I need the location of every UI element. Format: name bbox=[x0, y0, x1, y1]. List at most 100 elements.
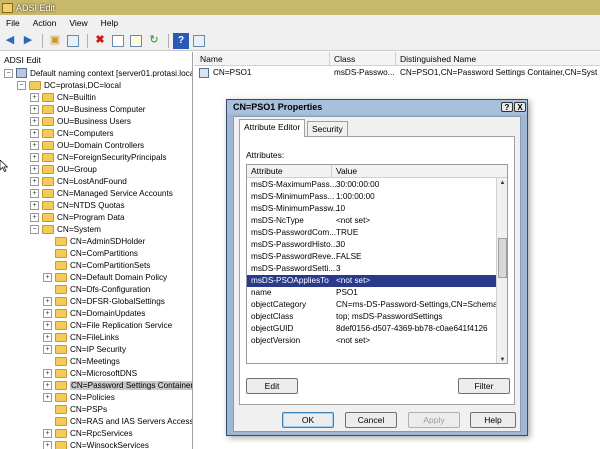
tree-node[interactable]: + CN=Computers bbox=[30, 127, 114, 139]
menu-file[interactable]: File bbox=[0, 18, 27, 28]
tab-attribute-editor[interactable]: Attribute Editor bbox=[239, 119, 306, 137]
attribute-row[interactable]: objectClass top; msDS-PasswordSettings bbox=[247, 311, 497, 323]
tree-node[interactable]: CN=AdminSDHolder bbox=[43, 235, 145, 247]
attribute-row[interactable]: msDS-NcType <not set> bbox=[247, 215, 497, 227]
tree-node[interactable]: + CN=File Replication Service bbox=[43, 319, 172, 331]
expand-icon[interactable]: + bbox=[43, 368, 52, 378]
refresh-icon[interactable]: ↻ bbox=[146, 33, 162, 49]
menu-action[interactable]: Action bbox=[27, 18, 64, 28]
column-header-name[interactable]: Name bbox=[200, 54, 223, 64]
expand-icon[interactable]: + bbox=[30, 212, 39, 222]
tree-node[interactable]: − CN=System bbox=[30, 223, 101, 235]
tree-root[interactable]: ADSI Edit bbox=[4, 55, 41, 65]
tab-security[interactable]: Security bbox=[307, 121, 348, 136]
tree-node[interactable]: + CN=RpcServices bbox=[43, 427, 133, 439]
tree-node[interactable]: + CN=Managed Service Accounts bbox=[30, 187, 173, 199]
menu-help[interactable]: Help bbox=[95, 18, 125, 28]
tree-node[interactable]: + OU=Business Users bbox=[30, 115, 131, 127]
tree-node[interactable]: + CN=ForeignSecurityPrincipals bbox=[30, 151, 166, 163]
tree-node[interactable]: CN=ComPartitions bbox=[43, 247, 138, 259]
apply-button[interactable]: Apply bbox=[408, 412, 460, 428]
expand-icon[interactable]: + bbox=[30, 152, 39, 162]
properties-icon[interactable] bbox=[110, 33, 126, 49]
forward-arrow-icon[interactable]: ▶ bbox=[20, 33, 36, 49]
column-divider[interactable] bbox=[331, 165, 332, 178]
expand-icon[interactable]: + bbox=[30, 116, 39, 126]
expand-icon[interactable]: + bbox=[43, 440, 52, 449]
tree-node[interactable]: + CN=LostAndFound bbox=[30, 175, 127, 187]
tree-node[interactable]: + CN=Builtin bbox=[30, 91, 96, 103]
expand-icon[interactable]: + bbox=[30, 164, 39, 174]
expand-icon[interactable]: + bbox=[30, 92, 39, 102]
back-arrow-icon[interactable]: ◀ bbox=[2, 33, 18, 49]
tree-node[interactable]: + OU=Group bbox=[30, 163, 97, 175]
help-button[interactable]: Help bbox=[470, 412, 516, 428]
context-help-button[interactable]: ? bbox=[501, 102, 513, 112]
tree-node[interactable]: + CN=Policies bbox=[43, 391, 115, 403]
tree-node[interactable]: + CN=Password Settings Container bbox=[43, 379, 192, 391]
attribute-row[interactable]: msDS-MinimumPassw... 10 bbox=[247, 203, 497, 215]
filter-button[interactable]: Filter bbox=[458, 378, 510, 394]
column-header-value[interactable]: Value bbox=[336, 166, 357, 176]
tree-node[interactable]: − DC=protasi,DC=local bbox=[17, 79, 121, 91]
tree-node[interactable]: + CN=FileLinks bbox=[43, 331, 119, 343]
attributes-scrollbar[interactable]: ▲ ▼ bbox=[496, 178, 507, 363]
attribute-row[interactable]: msDS-MinimumPass... 1:00:00:00 bbox=[247, 191, 497, 203]
collapse-icon[interactable]: − bbox=[17, 80, 26, 90]
scroll-up-arrow-icon[interactable]: ▲ bbox=[497, 178, 507, 188]
expand-icon[interactable]: + bbox=[43, 308, 52, 318]
attribute-row[interactable]: objectCategory CN=ms-DS-Password-Settings… bbox=[247, 299, 497, 311]
attribute-row[interactable]: msDS-PasswordCom... TRUE bbox=[247, 227, 497, 239]
column-header-dn[interactable]: Distinguished Name bbox=[400, 54, 476, 64]
export-list-icon[interactable] bbox=[128, 33, 144, 49]
column-divider[interactable] bbox=[329, 52, 330, 66]
expand-icon[interactable]: + bbox=[43, 428, 52, 438]
expand-icon[interactable]: + bbox=[43, 320, 52, 330]
list-row[interactable]: CN=PSO1 msDS-Passwo... CN=PSO1,CN=Passwo… bbox=[194, 67, 600, 79]
attribute-row[interactable]: objectVersion <not set> bbox=[247, 335, 497, 347]
expand-icon[interactable]: + bbox=[30, 176, 39, 186]
close-dialog-button[interactable]: X bbox=[514, 102, 526, 112]
ok-button[interactable]: OK bbox=[282, 412, 334, 428]
expand-icon[interactable]: + bbox=[30, 128, 39, 138]
expand-icon[interactable]: + bbox=[30, 140, 39, 150]
expand-icon[interactable]: + bbox=[43, 296, 52, 306]
scrollbar-thumb[interactable] bbox=[498, 238, 507, 278]
attribute-row[interactable]: msDS-PasswordSetti... 3 bbox=[247, 263, 497, 275]
attributes-grid[interactable]: Attribute Value msDS-MaximumPass... 30:00… bbox=[246, 164, 508, 364]
tree-node[interactable]: CN=RAS and IAS Servers Access Che bbox=[43, 415, 192, 427]
column-divider[interactable] bbox=[395, 52, 396, 66]
tree-node[interactable]: + CN=WinsockServices bbox=[43, 439, 149, 449]
tree-node[interactable]: + CN=Default Domain Policy bbox=[43, 271, 167, 283]
attribute-row[interactable]: msDS-MaximumPass... 30:00:00:00 bbox=[247, 179, 497, 191]
tree-node[interactable]: + CN=DFSR-GlobalSettings bbox=[43, 295, 165, 307]
expand-icon[interactable]: + bbox=[43, 380, 52, 390]
expand-icon[interactable]: + bbox=[43, 344, 52, 354]
tree-node[interactable]: + OU=Domain Controllers bbox=[30, 139, 144, 151]
column-header-class[interactable]: Class bbox=[334, 54, 355, 64]
help-icon[interactable]: ? bbox=[173, 32, 189, 49]
expand-icon[interactable]: + bbox=[30, 188, 39, 198]
collapse-icon[interactable]: − bbox=[30, 224, 39, 234]
expand-icon[interactable]: + bbox=[43, 332, 52, 342]
tree-node[interactable]: CN=Dfs-Configuration bbox=[43, 283, 150, 295]
tree-node[interactable]: − Default naming context [server01.protas… bbox=[4, 67, 192, 79]
expand-icon[interactable]: + bbox=[30, 200, 39, 210]
collapse-icon[interactable]: − bbox=[4, 68, 13, 78]
tree-node[interactable]: + CN=MicrosoftDNS bbox=[43, 367, 137, 379]
tree-node[interactable]: + CN=NTDS Quotas bbox=[30, 199, 125, 211]
attribute-row[interactable]: msDS-PasswordReve... FALSE bbox=[247, 251, 497, 263]
attribute-row[interactable]: msDS-PasswordHisto... 30 bbox=[247, 239, 497, 251]
tree-node[interactable]: CN=Meetings bbox=[43, 355, 120, 367]
attribute-row[interactable]: msDS-PSOAppliesTo <not set> bbox=[247, 275, 497, 287]
tree-pane[interactable]: ADSI Edit − Default naming context [serve… bbox=[0, 52, 193, 449]
tree-node[interactable]: + CN=DomainUpdates bbox=[43, 307, 145, 319]
show-hide-action-pane-icon[interactable] bbox=[191, 33, 207, 49]
expand-icon[interactable]: + bbox=[30, 104, 39, 114]
column-header-attribute[interactable]: Attribute bbox=[251, 166, 283, 176]
tree-node[interactable]: CN=PSPs bbox=[43, 403, 107, 415]
scroll-down-arrow-icon[interactable]: ▼ bbox=[497, 355, 507, 363]
attribute-row[interactable]: objectGUID 8def0156-d507-4369-bb78-c0ae64… bbox=[247, 323, 497, 335]
tree-node[interactable]: + OU=Business Computer bbox=[30, 103, 146, 115]
expand-icon[interactable]: + bbox=[43, 392, 52, 402]
